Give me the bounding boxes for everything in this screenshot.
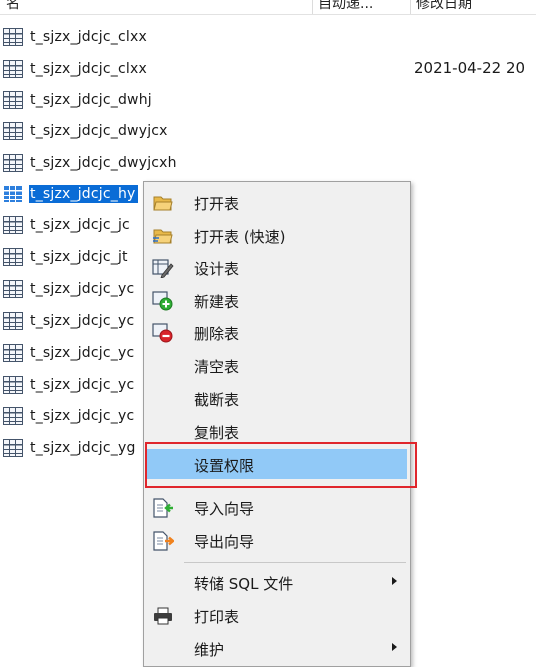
menu-item-truncate-table[interactable]: 截断表	[147, 383, 407, 413]
table-icon	[3, 28, 23, 46]
table-name: t_sjzx_jdcjc_clxx	[30, 61, 147, 77]
menu-item-label: 维护	[194, 641, 225, 659]
menu-item-label: 打印表	[194, 608, 240, 626]
menu-item-label: 新建表	[194, 293, 240, 311]
table-name: t_sjzx_jdcjc_dwyjcx	[30, 123, 168, 139]
folder-open-icon	[153, 196, 173, 211]
menu-item-label: 设计表	[194, 260, 240, 278]
menu-item-label: 截断表	[194, 391, 240, 409]
table-icon	[3, 91, 23, 109]
menu-separator	[184, 562, 406, 563]
menu-item-empty-table[interactable]: 清空表	[147, 350, 407, 380]
menu-item-label: 复制表	[194, 424, 240, 442]
table-icon	[3, 60, 23, 78]
modified-date-column-header[interactable]: 修改日期	[416, 0, 472, 13]
table-icon	[3, 344, 23, 362]
table-name: t_sjzx_jdcjc_jc	[30, 217, 130, 233]
table-name: t_sjzx_jdcjc_clxx	[30, 29, 147, 45]
table-name: t_sjzx_jdcjc_yc	[30, 408, 135, 424]
table-icon	[3, 439, 23, 457]
table-name: t_sjzx_jdcjc_yc	[30, 281, 135, 297]
column-divider[interactable]	[312, 0, 313, 14]
table-name: t_sjzx_jdcjc_dwhj	[30, 92, 152, 108]
table-row[interactable]: t_sjzx_jdcjc_dwyjcx	[0, 118, 210, 144]
table-name: t_sjzx_jdcjc_yc	[30, 377, 135, 393]
submenu-arrow-icon	[392, 643, 397, 651]
column-divider[interactable]	[410, 0, 411, 14]
context-menu: 打开表 打开表 (快速) 设计表 新建表 删除表 清空表 截断表 复制表 设置权…	[143, 181, 411, 667]
add-green-icon	[152, 291, 173, 311]
auto-increment-column-header[interactable]: 自动递...	[318, 0, 373, 13]
menu-item-design-table[interactable]: 设计表	[147, 252, 407, 282]
table-icon	[3, 216, 23, 234]
table-icon	[3, 312, 23, 330]
design-pencil-icon	[152, 259, 174, 278]
import-wizard-icon	[153, 498, 173, 518]
menu-item-open-table-fast[interactable]: 打开表 (快速)	[147, 220, 407, 250]
annotation-highlight-box	[145, 442, 417, 488]
export-wizard-icon	[153, 531, 174, 551]
name-column-header[interactable]: 名	[6, 0, 20, 13]
table-icon	[3, 248, 23, 266]
table-row[interactable]: t_sjzx_jdcjc_clxx	[0, 56, 210, 82]
table-icon	[3, 154, 23, 172]
table-row[interactable]: t_sjzx_jdcjc_clxx	[0, 24, 210, 50]
menu-item-new-table[interactable]: 新建表	[147, 285, 407, 315]
menu-item-label: 打开表 (快速)	[194, 228, 286, 246]
folder-open-fast-icon	[153, 229, 173, 244]
table-name: t_sjzx_jdcjc_yc	[30, 345, 135, 361]
menu-item-import-wizard[interactable]: 导入向导	[147, 492, 407, 522]
table-icon	[3, 185, 23, 203]
menu-item-delete-table[interactable]: 删除表	[147, 317, 407, 347]
menu-item-label: 打开表	[194, 195, 240, 213]
table-name: t_sjzx_jdcjc_yc	[30, 313, 135, 329]
menu-item-label: 导出向导	[194, 533, 255, 551]
table-row[interactable]: t_sjzx_jdcjc_dwhj	[0, 87, 210, 113]
submenu-arrow-icon	[392, 577, 397, 585]
table-icon	[3, 280, 23, 298]
delete-red-icon	[152, 323, 173, 343]
menu-item-label: 转储 SQL 文件	[194, 575, 294, 593]
menu-item-export-wizard[interactable]: 导出向导	[147, 525, 407, 555]
menu-item-label: 导入向导	[194, 500, 255, 518]
table-icon	[3, 376, 23, 394]
column-header: 名 自动递... 修改日期	[0, 0, 536, 15]
menu-item-maintenance[interactable]: 维护	[147, 633, 407, 663]
menu-item-print-table[interactable]: 打印表	[147, 600, 407, 630]
table-name: t_sjzx_jdcjc_jt	[30, 249, 128, 265]
menu-item-label: 清空表	[194, 358, 240, 376]
table-name: t_sjzx_jdcjc_hy	[29, 185, 138, 203]
table-icon	[3, 122, 23, 140]
modified-date-cell: 2021-04-22 20	[414, 59, 526, 77]
table-name: t_sjzx_jdcjc_dwyjcxh	[30, 155, 177, 171]
menu-item-dump-sql[interactable]: 转储 SQL 文件	[147, 567, 407, 597]
table-icon	[3, 407, 23, 425]
table-name: t_sjzx_jdcjc_yg	[30, 440, 136, 456]
table-row[interactable]: t_sjzx_jdcjc_dwyjcxh	[0, 150, 210, 176]
menu-item-label: 删除表	[194, 325, 240, 343]
printer-icon	[154, 607, 172, 625]
menu-item-open-table[interactable]: 打开表	[147, 187, 407, 217]
